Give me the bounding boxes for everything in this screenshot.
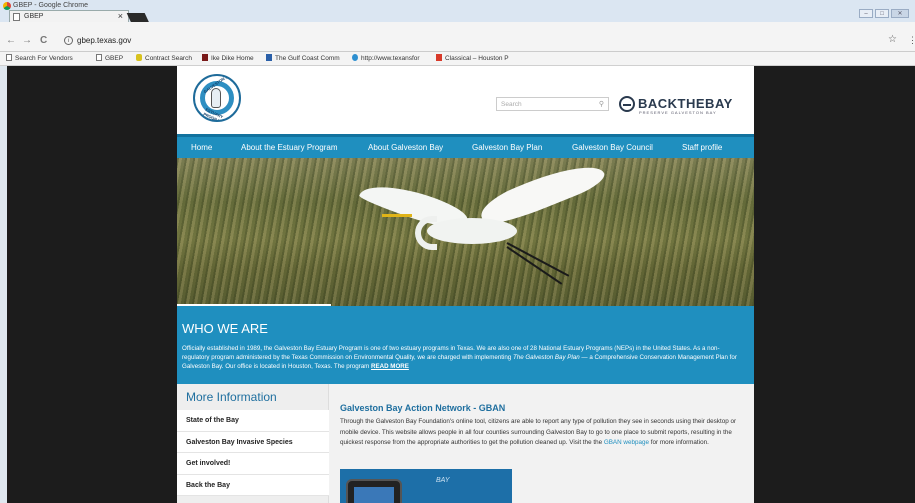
more-information-list: State of the Bay Galveston Bay Invasive … xyxy=(177,410,329,496)
gban-webpage-link[interactable]: GBAN webpage xyxy=(604,439,649,446)
forward-arrow-icon[interactable]: → xyxy=(22,36,32,46)
read-more-link[interactable]: READ MORE xyxy=(371,363,409,370)
egret-icon xyxy=(211,88,221,108)
who-we-are-section: WHO WE ARE Officially established in 198… xyxy=(177,306,754,384)
page-viewport: GALVESTON BAY ESTUARY PROGRAM Search ⚲ B… xyxy=(7,66,915,503)
who-we-are-text: Officially established in 1989, the Galv… xyxy=(182,345,737,370)
back-arrow-icon[interactable]: ← xyxy=(6,36,16,46)
nav-about-estuary[interactable]: About the Estuary Program xyxy=(241,143,338,152)
maximize-button[interactable]: □ xyxy=(875,9,889,18)
music-icon xyxy=(436,54,442,61)
chrome-logo-icon xyxy=(3,2,11,10)
sidebar-item-get-involved[interactable]: Get involved! xyxy=(177,453,329,475)
reload-icon[interactable]: C xyxy=(40,36,47,46)
browser-menu-icon[interactable]: ⋮ xyxy=(908,35,915,46)
bookmark-classical-houston[interactable]: Classical – Houston P xyxy=(436,54,509,62)
gbep-logo[interactable]: GALVESTON BAY ESTUARY PROGRAM xyxy=(193,74,241,122)
bookmarks-bar: Search For Vendors GBEP Contract Search … xyxy=(0,52,915,66)
gban-image[interactable]: BAY xyxy=(340,469,512,503)
back-the-bay-subtitle: PRESERVE GALVESTON BAY xyxy=(639,110,717,115)
bookmark-gulf-coast[interactable]: The Gulf Coast Comm xyxy=(266,54,340,62)
minimize-button[interactable]: – xyxy=(859,9,873,18)
phone-screen xyxy=(354,487,394,503)
nav-staff-profile[interactable]: Staff profile xyxy=(682,143,722,152)
article-title[interactable]: Galveston Bay Action Network - GBAN xyxy=(340,403,505,413)
tab-label: GBEP xyxy=(24,13,44,20)
nav-galveston-bay-council[interactable]: Galveston Bay Council xyxy=(572,143,653,152)
page-icon xyxy=(13,13,20,21)
egret-beak xyxy=(382,214,412,217)
url-text[interactable]: gbep.texas.gov xyxy=(77,36,131,45)
folder-icon xyxy=(136,54,142,61)
bookmark-gbep[interactable]: GBEP xyxy=(96,54,123,62)
page-icon xyxy=(96,54,102,61)
search-placeholder: Search xyxy=(501,101,522,108)
search-input[interactable]: Search ⚲ xyxy=(496,97,609,111)
gbep-site: GALVESTON BAY ESTUARY PROGRAM Search ⚲ B… xyxy=(177,66,754,503)
article-text: Through the Galveston Bay Foundation's o… xyxy=(340,418,737,446)
main-nav: Home About the Estuary Program About Gal… xyxy=(177,134,754,158)
bookmark-search-for-vendors[interactable]: Search For Vendors xyxy=(6,54,73,62)
bird-icon xyxy=(352,54,358,61)
phone-image xyxy=(346,479,402,503)
lower-content: More Information State of the Bay Galves… xyxy=(177,384,754,503)
nav-about-galveston-bay[interactable]: About Galveston Bay xyxy=(368,143,443,152)
back-the-bay-icon xyxy=(619,96,635,112)
nav-galveston-bay-plan[interactable]: Galveston Bay Plan xyxy=(472,143,542,152)
bookmark-texansfor[interactable]: http://www.texansfor xyxy=(352,54,420,62)
close-window-button[interactable]: ✕ xyxy=(891,9,909,18)
sidebar-item-back-the-bay[interactable]: Back the Bay xyxy=(177,474,329,496)
gban-image-logo: BAY xyxy=(436,477,450,484)
more-information-panel: More Information State of the Bay Galves… xyxy=(177,384,329,503)
sidebar-item-state-of-the-bay[interactable]: State of the Bay xyxy=(177,410,329,432)
bookmark-star-icon[interactable]: ☆ xyxy=(888,34,897,45)
bookmark-contract-search[interactable]: Contract Search xyxy=(136,54,192,62)
window-title: GBEP - Google Chrome xyxy=(13,2,88,9)
bookmark-ike-dike[interactable]: Ike Dike Home xyxy=(202,54,254,62)
page-icon xyxy=(6,54,12,61)
address-bar[interactable]: i gbep.texas.gov ☆ ⋮ xyxy=(60,34,915,49)
browser-toolbar: ← → C i gbep.texas.gov ☆ ⋮ xyxy=(0,22,915,52)
back-the-bay-logo[interactable]: BACKTHEBAY xyxy=(638,96,733,111)
tab-close-icon[interactable]: × xyxy=(118,11,123,21)
more-information-title: More Information xyxy=(186,390,277,404)
site-icon xyxy=(202,54,208,61)
nav-home[interactable]: Home xyxy=(191,143,212,152)
grid-icon xyxy=(266,54,272,61)
sidebar-item-invasive-species[interactable]: Galveston Bay Invasive Species xyxy=(177,431,329,453)
window-titlebar: GBEP - Google Chrome GBEP × – □ ✕ xyxy=(0,0,915,23)
egret-body xyxy=(427,218,517,244)
info-icon[interactable]: i xyxy=(64,36,73,45)
hero-image xyxy=(177,158,754,306)
who-we-are-title: WHO WE ARE xyxy=(182,321,268,336)
search-icon[interactable]: ⚲ xyxy=(599,100,604,108)
